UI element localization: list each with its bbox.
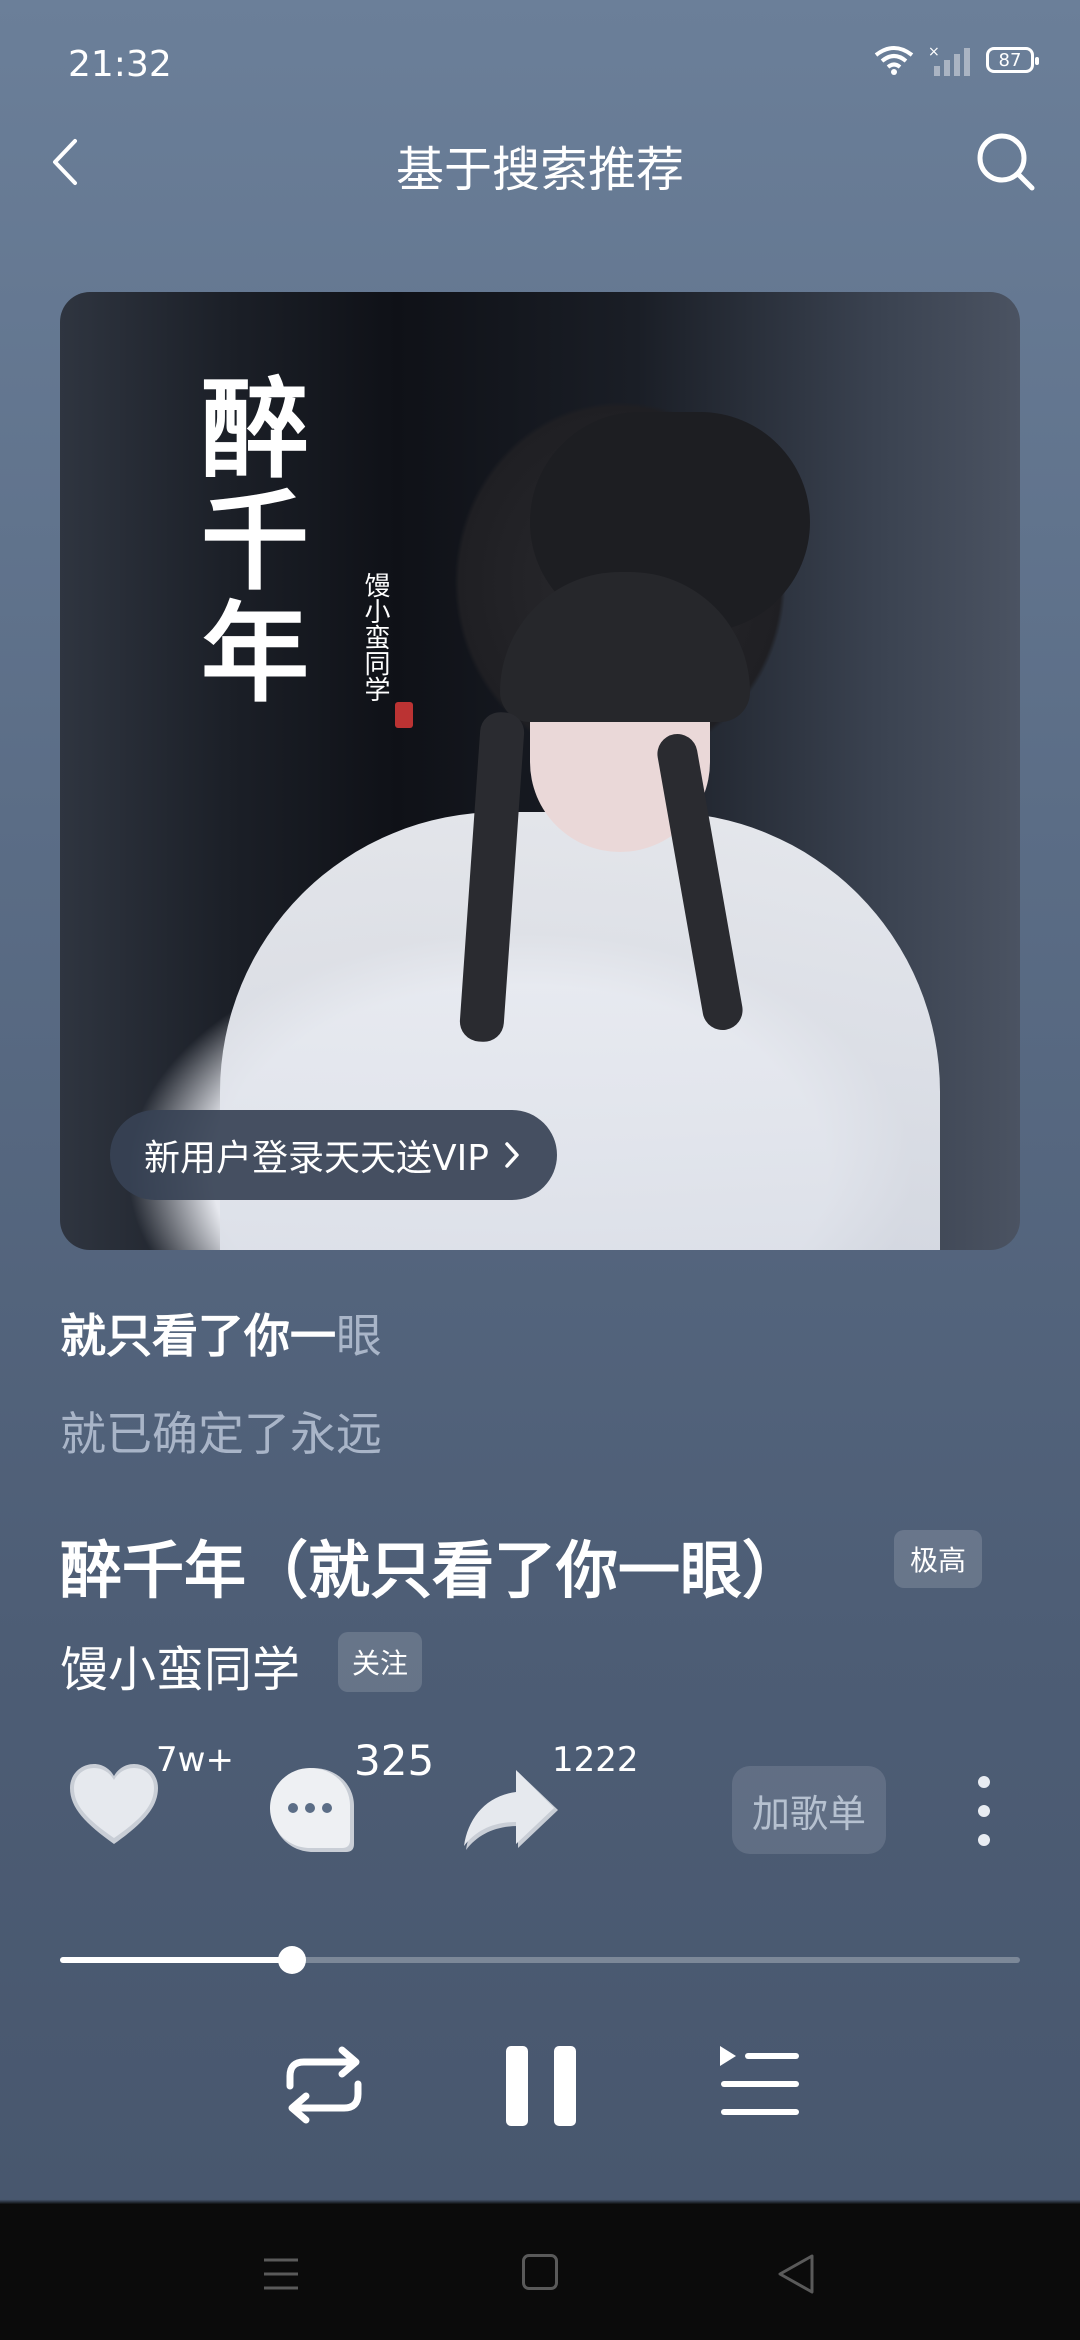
vip-banner-label: 新用户登录天天送VIP <box>144 1138 489 1179</box>
album-cover[interactable]: 醉千年 馒小蛮同学 新用户登录天天送VIP <box>60 292 1020 1250</box>
pause-bar-icon <box>506 2046 528 2126</box>
back-triangle-icon <box>778 2254 814 2294</box>
page-title: 基于搜索推荐 <box>395 142 684 198</box>
comment-icon <box>270 1768 354 1852</box>
progress-slider[interactable] <box>60 1946 1020 1974</box>
more-options-button[interactable] <box>970 1776 998 1846</box>
nav-recents-button[interactable] <box>262 2256 300 2292</box>
chevron-right-icon <box>505 1142 519 1168</box>
vip-promo-banner[interactable]: 新用户登录天天送VIP <box>110 1110 557 1200</box>
follow-button[interactable]: 关注 <box>338 1632 423 1692</box>
like-button[interactable] <box>66 1760 162 1850</box>
battery-icon: 87 <box>986 47 1039 73</box>
progress-thumb[interactable] <box>278 1946 307 1974</box>
artist-name[interactable]: 馒小蛮同学 <box>60 1630 300 1700</box>
repeat-button[interactable] <box>276 2040 372 2130</box>
quality-badge[interactable]: 极高 <box>894 1530 983 1588</box>
playlist-icon <box>720 2046 799 2115</box>
heart-icon <box>70 1764 158 1844</box>
search-button[interactable] <box>974 130 1038 194</box>
share-button[interactable] <box>462 1766 562 1856</box>
song-title: 醉千年（就只看了你一眼） <box>60 1534 805 1607</box>
svg-text:×: × <box>928 44 940 60</box>
search-icon <box>977 133 1035 191</box>
signal-icon: × <box>928 44 970 76</box>
lyric-next-line[interactable]: 就已确定了永远 <box>60 1398 382 1464</box>
add-to-playlist-button[interactable]: 加歌单 <box>732 1766 887 1854</box>
cover-seal <box>395 702 413 728</box>
cover-title-calligraphy: 醉千年 <box>183 372 309 708</box>
repeat-icon <box>286 2046 362 2124</box>
battery-level: 87 <box>998 49 1022 71</box>
lyric-unsung-part: 眼 <box>336 1309 382 1363</box>
comment-count: 325 <box>354 1736 435 1785</box>
playlist-queue-button[interactable] <box>714 2040 804 2130</box>
progress-fill <box>60 1957 293 1963</box>
share-arrow-icon <box>464 1770 558 1850</box>
share-count: 1222 <box>552 1740 639 1780</box>
more-dot-icon <box>978 1805 990 1817</box>
nav-back-button[interactable] <box>776 2252 816 2296</box>
like-count: 7w+ <box>156 1740 234 1780</box>
cover-artist-calligraphy: 馒小蛮同学 <box>360 572 390 702</box>
status-icons: × 87 <box>874 44 1039 76</box>
menu-lines-icon <box>264 2258 298 2290</box>
wifi-icon <box>874 46 914 75</box>
more-dot-icon <box>978 1834 990 1846</box>
lyric-sung-part: 就只看了你一 <box>60 1309 336 1363</box>
pause-bar-icon <box>554 2046 576 2126</box>
lyric-current-line[interactable]: 就只看了你一眼 <box>60 1300 382 1366</box>
more-dot-icon <box>978 1776 990 1788</box>
comment-button[interactable] <box>266 1764 360 1856</box>
status-time: 21:32 <box>68 44 172 85</box>
pause-button[interactable] <box>506 2040 576 2130</box>
nav-home-button[interactable] <box>522 2254 558 2290</box>
